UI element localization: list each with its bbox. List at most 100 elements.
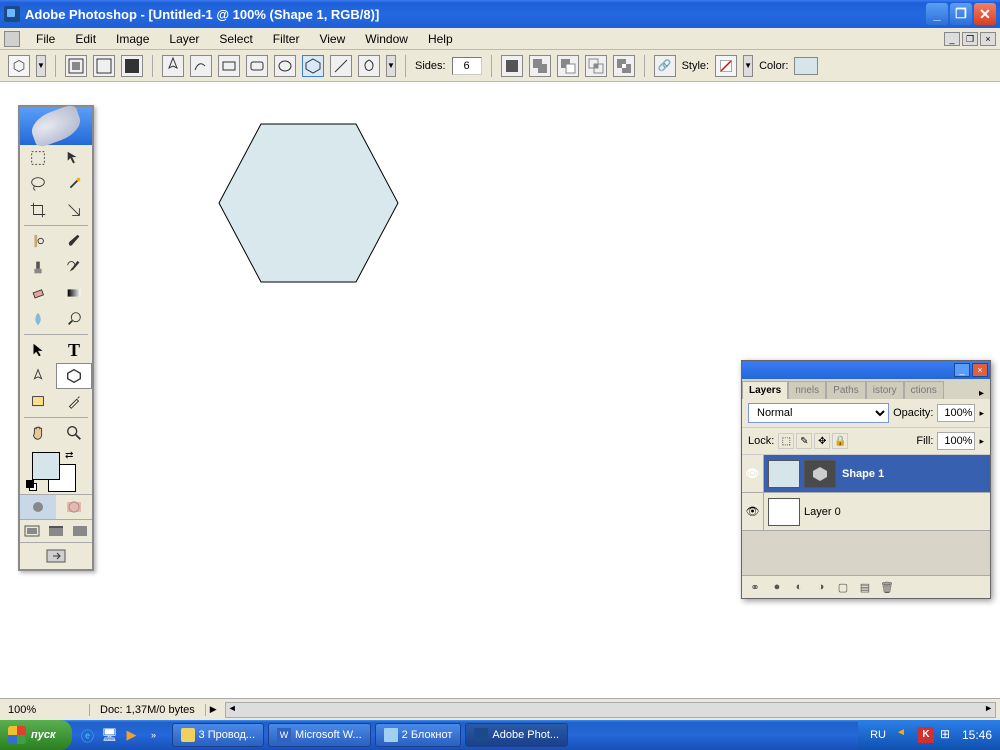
adjustment-layer-button[interactable]: ◑ — [812, 579, 830, 595]
maximize-button[interactable]: ❐ — [950, 3, 972, 25]
ql-media-icon[interactable]: ▶ — [122, 725, 142, 745]
fill-pixels-button[interactable] — [121, 55, 143, 77]
paths-button[interactable] — [93, 55, 115, 77]
panel-menu-button[interactable]: ▸ — [973, 388, 990, 399]
screen-standard-button[interactable] — [20, 520, 44, 542]
lasso-tool[interactable] — [20, 171, 56, 197]
layer-vector-mask[interactable] — [804, 460, 836, 488]
ql-expand-icon[interactable]: » — [144, 725, 164, 745]
eraser-tool[interactable] — [20, 280, 56, 306]
task-notepad[interactable]: 2 Блокнот — [375, 723, 462, 747]
task-word[interactable]: W Microsoft W... — [268, 723, 371, 747]
menu-image[interactable]: Image — [106, 29, 159, 49]
menu-file[interactable]: File — [26, 29, 65, 49]
layer-thumbnail[interactable] — [768, 498, 800, 526]
doc-info-flyout[interactable]: ▶ — [206, 704, 221, 715]
foreground-color[interactable] — [32, 452, 60, 480]
history-brush-tool[interactable] — [56, 254, 92, 280]
layer-mask-button[interactable]: ◐ — [790, 579, 808, 595]
crop-tool[interactable] — [20, 197, 56, 223]
toolbox-header[interactable] — [20, 107, 92, 145]
screen-fullmenu-button[interactable] — [44, 520, 68, 542]
blur-tool[interactable] — [20, 306, 56, 332]
geometry-dropdown[interactable]: ▼ — [386, 55, 396, 77]
mdi-restore-button[interactable]: ❐ — [962, 32, 978, 46]
panel-titlebar[interactable]: _ × — [742, 361, 990, 379]
lock-position-button[interactable]: ✥ — [814, 433, 830, 449]
delete-layer-button[interactable]: 🗑 — [878, 579, 896, 595]
tray-icon-2[interactable]: ⊞ — [940, 727, 956, 743]
notes-tool[interactable] — [20, 389, 56, 415]
slice-tool[interactable] — [56, 197, 92, 223]
swap-colors-icon[interactable]: ⇄ — [65, 450, 73, 461]
minimize-button[interactable]: _ — [926, 3, 948, 25]
shape-preset-dropdown[interactable]: ▼ — [36, 55, 46, 77]
pen-tool[interactable] — [20, 363, 56, 389]
tab-layers[interactable]: Layers — [742, 381, 788, 399]
edit-imageready-button[interactable] — [23, 546, 89, 566]
dodge-tool[interactable] — [56, 306, 92, 332]
lock-transparency-button[interactable]: ⬚ — [778, 433, 794, 449]
panel-close-button[interactable]: × — [972, 363, 988, 377]
magic-wand-tool[interactable] — [56, 171, 92, 197]
task-photoshop[interactable]: Adobe Phot... — [465, 723, 568, 747]
custom-shape-button[interactable] — [358, 55, 380, 77]
brush-tool[interactable] — [56, 228, 92, 254]
rounded-rectangle-button[interactable] — [246, 55, 268, 77]
language-indicator[interactable]: RU — [866, 729, 890, 741]
zoom-tool[interactable] — [56, 420, 92, 446]
menu-select[interactable]: Select — [209, 29, 262, 49]
type-tool[interactable]: T — [56, 337, 92, 363]
layer-item-layer0[interactable]: 👁 Layer 0 — [742, 493, 990, 531]
shape-preset-button[interactable] — [8, 55, 30, 77]
tray-icon-kaspersky[interactable]: K — [918, 727, 934, 743]
quick-mask-button[interactable] — [56, 495, 92, 519]
pen-tool-button[interactable] — [162, 55, 184, 77]
layer-style-button[interactable]: ● — [768, 579, 786, 595]
combine-exclude-button[interactable] — [613, 55, 635, 77]
move-tool[interactable] — [56, 145, 92, 171]
link-layers-button[interactable]: ⚭ — [746, 579, 764, 595]
tab-history[interactable]: istory — [866, 381, 904, 399]
tab-channels[interactable]: nnels — [788, 381, 826, 399]
freeform-pen-button[interactable] — [190, 55, 212, 77]
standard-mode-button[interactable] — [20, 495, 56, 519]
layer-group-button[interactable]: ▢ — [834, 579, 852, 595]
gradient-tool[interactable] — [56, 280, 92, 306]
close-button[interactable]: ✕ — [974, 3, 996, 25]
path-selection-tool[interactable] — [20, 337, 56, 363]
panel-minimize-button[interactable]: _ — [954, 363, 970, 377]
combine-new-button[interactable] — [501, 55, 523, 77]
ql-desktop-icon[interactable]: 🖥 — [100, 725, 120, 745]
start-button[interactable]: пуск — [0, 720, 72, 750]
task-explorer[interactable]: 3 Провод... — [172, 723, 265, 747]
default-colors-icon[interactable] — [26, 480, 38, 492]
layer-thumbnail[interactable] — [768, 460, 800, 488]
sides-input[interactable] — [452, 57, 482, 75]
tab-paths[interactable]: Paths — [826, 381, 866, 399]
marquee-tool[interactable] — [20, 145, 56, 171]
rectangle-button[interactable] — [218, 55, 240, 77]
mdi-minimize-button[interactable]: _ — [944, 32, 960, 46]
blend-mode-select[interactable]: Normal — [748, 403, 889, 423]
hand-tool[interactable] — [20, 420, 56, 446]
hexagon-shape[interactable] — [214, 118, 404, 288]
screen-full-button[interactable] — [68, 520, 92, 542]
menu-edit[interactable]: Edit — [65, 29, 106, 49]
style-dropdown[interactable]: ▼ — [743, 55, 753, 77]
new-layer-button[interactable]: ▤ — [856, 579, 874, 595]
clone-stamp-tool[interactable] — [20, 254, 56, 280]
horizontal-scrollbar[interactable] — [225, 702, 996, 718]
menu-window[interactable]: Window — [355, 29, 418, 49]
menu-filter[interactable]: Filter — [263, 29, 310, 49]
menu-layer[interactable]: Layer — [159, 29, 209, 49]
healing-brush-tool[interactable] — [20, 228, 56, 254]
opacity-flyout[interactable]: ▸ — [979, 408, 984, 419]
menu-view[interactable]: View — [309, 29, 355, 49]
fill-input[interactable] — [937, 432, 975, 450]
clock[interactable]: 15:46 — [962, 728, 992, 742]
color-swatch[interactable] — [794, 57, 818, 75]
combine-add-button[interactable] — [529, 55, 551, 77]
opacity-input[interactable] — [937, 404, 975, 422]
line-button[interactable] — [330, 55, 352, 77]
